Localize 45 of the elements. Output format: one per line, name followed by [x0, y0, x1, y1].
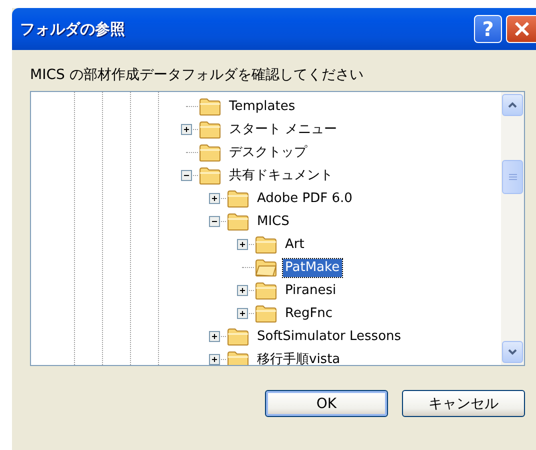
folder-icon — [227, 328, 249, 346]
cancel-button[interactable]: キャンセル — [402, 390, 525, 417]
expand-icon[interactable] — [181, 124, 192, 135]
folder-icon — [199, 120, 221, 138]
help-button[interactable]: ? — [474, 15, 502, 43]
folder-item[interactable]: Templates — [227, 98, 298, 116]
folder-icon — [255, 304, 277, 322]
prompt-text: MICS の部材作成データフォルダを確認してください — [29, 66, 364, 85]
scroll-thumb[interactable] — [502, 160, 523, 194]
expand-icon[interactable] — [237, 308, 248, 319]
folder-icon — [199, 98, 221, 116]
close-icon — [512, 20, 530, 38]
expand-icon[interactable] — [209, 193, 220, 204]
folder-item[interactable]: MICS — [255, 212, 292, 230]
folder-item[interactable]: RegFnc — [283, 304, 335, 322]
scroll-down-button[interactable] — [502, 341, 523, 363]
folder-item[interactable]: Art — [283, 236, 306, 254]
collapse-icon[interactable] — [181, 170, 192, 181]
expand-icon[interactable] — [237, 239, 248, 250]
folder-item[interactable]: PatMake — [283, 258, 342, 276]
window-title: フォルダの参照 — [20, 20, 126, 38]
scrollbar[interactable] — [501, 92, 524, 365]
folder-icon — [199, 166, 221, 184]
folder-icon — [227, 350, 249, 365]
collapse-icon[interactable] — [209, 216, 220, 227]
folder-item[interactable]: SoftSimulator Lessons — [255, 328, 404, 346]
folder-item[interactable]: Piranesi — [283, 282, 338, 300]
folder-item[interactable]: スタート メニュー — [227, 120, 340, 138]
folder-item[interactable]: 移行手順vista — [255, 350, 342, 365]
close-button[interactable] — [506, 15, 536, 43]
expand-icon[interactable] — [209, 354, 220, 365]
folder-icon — [199, 144, 221, 162]
scroll-up-button[interactable] — [502, 94, 523, 116]
ok-button[interactable]: OK — [265, 390, 388, 417]
folder-item[interactable]: Adobe PDF 6.0 — [255, 190, 354, 208]
folder-icon — [227, 212, 249, 230]
open-folder-icon — [255, 258, 277, 276]
grip-icon — [508, 173, 516, 181]
folder-icon — [255, 282, 277, 300]
folder-icon — [255, 236, 277, 254]
folder-item[interactable]: 共有ドキュメント — [227, 166, 335, 184]
folder-item[interactable]: デスクトップ — [227, 144, 309, 162]
folder-icon — [227, 190, 249, 208]
expand-icon[interactable] — [237, 285, 248, 296]
expand-icon[interactable] — [209, 331, 220, 342]
